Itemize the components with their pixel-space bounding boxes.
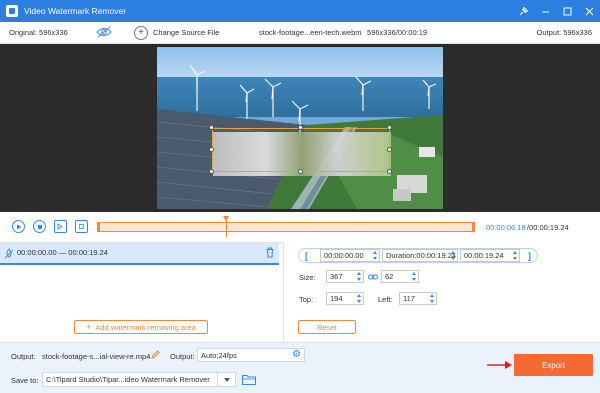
top-value: 194 [330, 294, 343, 303]
output-format-label: Output: [170, 352, 195, 361]
height-value: 62 [385, 272, 394, 281]
area-settings: [ ] 00:00:00.00 Duration:00:00:19.24 00:… [284, 242, 600, 342]
set-end-icon[interactable]: ] [522, 251, 537, 261]
resize-handle[interactable] [209, 125, 214, 130]
duration-value: Duration:00:00:19.24 [386, 251, 457, 260]
left-label: Left: [378, 295, 393, 304]
window-title: Video Watermark Remover [24, 6, 127, 16]
maximize-icon[interactable] [556, 0, 578, 22]
stop-button[interactable] [33, 220, 46, 233]
segment-range: 00:00:00.00 — 00:00:19.24 [17, 248, 108, 257]
gear-icon[interactable]: ⚙ [292, 350, 301, 360]
output-resolution: Output: 596x336 [536, 28, 592, 37]
pencil-icon[interactable] [151, 350, 160, 361]
chevron-down-icon[interactable] [217, 373, 235, 386]
start-time-value: 00:00:00.00 [324, 251, 364, 260]
top-label: Top: [299, 295, 314, 304]
top-input[interactable]: 194 [326, 292, 364, 305]
timeline-bar: 00:00:06.18 /00:00:19.24 [0, 212, 600, 242]
trim-start-handle[interactable] [97, 222, 100, 232]
output-format-select[interactable]: Auto;24fps ⚙ [197, 348, 305, 362]
resize-handle[interactable] [387, 169, 392, 174]
snapshot-button[interactable] [75, 220, 88, 233]
segment-list: 00:00:00.00 — 00:00:19.24 + Add watermar… [0, 242, 283, 342]
arrow-icon [487, 360, 513, 372]
plus-icon: + [86, 322, 92, 332]
timeline-track[interactable] [97, 222, 475, 232]
output-filename: stock-footage-s...ial-view-re.mp4 [42, 352, 151, 361]
width-input[interactable]: 367 [326, 270, 364, 283]
resize-handle[interactable] [298, 125, 303, 130]
width-value: 367 [330, 272, 343, 281]
save-path-value: C:\Tipard Studio\Tipar...ideo Watermark … [46, 375, 210, 384]
trim-end-handle[interactable] [472, 222, 475, 232]
source-filename: stock-footage...een-tech.webm [259, 28, 362, 37]
pin-icon[interactable] [512, 0, 534, 22]
height-input[interactable]: 62 [381, 270, 419, 283]
close-icon[interactable] [578, 0, 600, 22]
end-time-value: 00:00:19.24 [464, 251, 504, 260]
add-source-icon[interactable]: + [134, 26, 148, 40]
resize-handle[interactable] [298, 169, 303, 174]
link-icon[interactable] [368, 273, 378, 283]
original-resolution: Original: 596x336 [9, 28, 68, 37]
add-removing-area-label: Add watermark removing area [95, 322, 196, 332]
next-frame-button[interactable] [54, 220, 67, 233]
removal-area-selection[interactable] [212, 128, 390, 172]
export-button[interactable]: Export [514, 354, 593, 376]
size-label: Size: [299, 273, 316, 282]
output-label: Output: [11, 352, 36, 361]
change-source-button[interactable]: Change Source File [153, 28, 219, 37]
app-icon [6, 5, 18, 17]
start-time-input[interactable]: 00:00:00.00 [320, 249, 380, 262]
trash-icon[interactable] [265, 247, 275, 260]
resize-handle[interactable] [209, 147, 214, 152]
duration-input[interactable]: Duration:00:00:19.24 [382, 249, 458, 262]
drop-icon [4, 248, 14, 261]
eye-icon[interactable] [96, 26, 112, 40]
left-input[interactable]: 117 [399, 292, 437, 305]
title-bar: Video Watermark Remover [0, 0, 600, 22]
source-dimensions-duration: 596x336/00:00:19 [367, 28, 428, 37]
resize-handle[interactable] [209, 169, 214, 174]
resize-handle[interactable] [387, 147, 392, 152]
end-time-input[interactable]: 00:00:19.24 [460, 249, 520, 262]
minimize-icon[interactable] [534, 0, 556, 22]
save-path-select[interactable]: C:\Tipard Studio\Tipar...ideo Watermark … [42, 372, 236, 387]
output-format-value: Auto;24fps [201, 350, 237, 360]
add-removing-area-button[interactable]: + Add watermark removing area [74, 320, 208, 334]
playhead[interactable] [222, 216, 229, 237]
left-value: 117 [403, 294, 415, 303]
info-bar: Original: 596x336 + Change Source File s… [0, 22, 600, 44]
play-button[interactable] [12, 220, 25, 233]
folder-icon[interactable] [242, 374, 256, 387]
set-start-icon[interactable]: [ [299, 251, 314, 261]
reset-button[interactable]: Reset [298, 320, 356, 334]
save-to-label: Save to: [11, 376, 39, 385]
list-item[interactable]: 00:00:00.00 — 00:00:19.24 [0, 243, 279, 265]
resize-handle[interactable] [387, 125, 392, 130]
total-time: /00:00:19.24 [527, 223, 569, 232]
current-time: 00:00:06.18 [486, 223, 526, 232]
video-preview [0, 44, 600, 212]
